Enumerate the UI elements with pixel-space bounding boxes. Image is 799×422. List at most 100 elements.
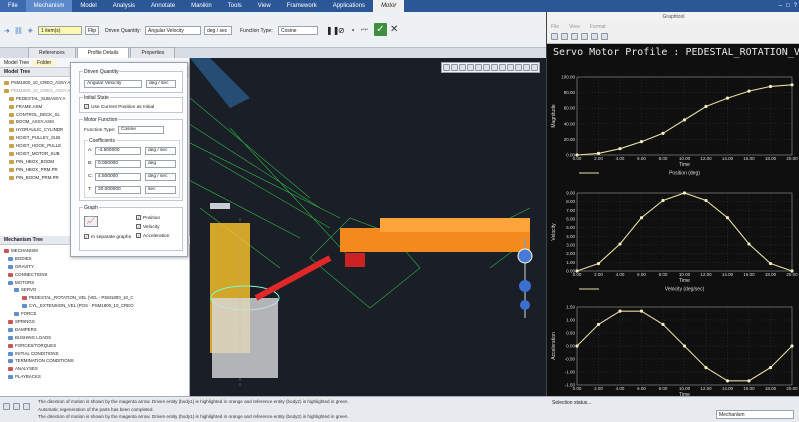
spin-center-icon[interactable] bbox=[523, 64, 530, 71]
mechanism-tree-item[interactable]: PLAYBACKS bbox=[4, 373, 186, 381]
use-current-checkbox[interactable]: ✓ bbox=[84, 104, 89, 109]
print-icon[interactable] bbox=[551, 33, 558, 40]
mechanism-tree-item[interactable]: MOTORS bbox=[4, 279, 186, 287]
driven-entity-collector[interactable]: 1 item(s) bbox=[38, 26, 82, 35]
menu-file[interactable]: File bbox=[551, 24, 559, 30]
close-icon[interactable]: ✕ bbox=[390, 24, 398, 35]
stop-icon[interactable]: ⊘ bbox=[338, 26, 345, 35]
help-icon[interactable]: ? bbox=[794, 3, 797, 9]
tab-framework[interactable]: Framework bbox=[279, 0, 325, 12]
grid-icon[interactable] bbox=[3, 403, 10, 410]
repaint-icon[interactable] bbox=[467, 64, 474, 71]
separate-checkbox[interactable]: ✓ bbox=[84, 234, 89, 239]
group-title: Graph bbox=[83, 205, 99, 211]
graphtool-title: Graphtool bbox=[547, 12, 799, 22]
tab-profile-details[interactable]: Profile Details bbox=[76, 47, 130, 58]
folder-tab[interactable]: Folder bbox=[33, 59, 56, 66]
zoom-in-icon[interactable] bbox=[451, 64, 458, 71]
saved-views-icon[interactable] bbox=[483, 64, 490, 71]
function-type-field[interactable]: Cosine bbox=[118, 126, 164, 134]
mechanism-icon bbox=[8, 343, 13, 348]
view-manager-icon[interactable] bbox=[491, 64, 498, 71]
acceleration-checkbox[interactable]: ✓ bbox=[136, 233, 141, 239]
preview-icon[interactable]: ◔ bbox=[350, 26, 355, 35]
mechanism-tree-item[interactable]: INITIAL CONDITIONS bbox=[4, 350, 186, 358]
tab-file[interactable]: File bbox=[0, 0, 26, 12]
export-icon[interactable] bbox=[591, 33, 598, 40]
coefficient-value-field[interactable]: 20.000000 bbox=[95, 186, 141, 194]
mechanism-tree-item[interactable]: CYL_EXTENSION_VEL (POS - PSM1800_10_CREO bbox=[4, 302, 186, 310]
driven-quantity-field[interactable]: Angular Velocity bbox=[84, 80, 142, 88]
mechanism-tree-item[interactable]: PEDESTAL_ROTATION_VEL (VEL - PSM1800_10_… bbox=[4, 294, 186, 302]
arrow-icon[interactable]: ➜ bbox=[4, 27, 10, 35]
velocity-checkbox[interactable]: ✓ bbox=[136, 224, 141, 230]
y-axis-label: Magnitude bbox=[551, 104, 557, 128]
mechanism-tree-item[interactable]: GRAVITY bbox=[4, 263, 186, 271]
coefficient-unit-field[interactable]: sec bbox=[145, 186, 176, 194]
zoom-out-icon[interactable] bbox=[459, 64, 466, 71]
menu-format[interactable]: Format bbox=[590, 24, 606, 30]
coefficient-unit-field[interactable]: deg / sec bbox=[145, 173, 176, 181]
annotation-icon[interactable] bbox=[515, 64, 522, 71]
select-icon[interactable]: ◈ bbox=[28, 27, 33, 34]
datum-display-icon[interactable] bbox=[507, 64, 514, 71]
maximize-icon[interactable]: □ bbox=[786, 3, 790, 9]
tab-model[interactable]: Model bbox=[72, 0, 104, 12]
glasses-icon[interactable]: ⌐⌐ bbox=[361, 27, 368, 33]
unit-field[interactable]: deg / sec bbox=[146, 80, 176, 88]
coefficient-value-field[interactable]: 0.000000 bbox=[95, 160, 141, 168]
mode-filter-select[interactable]: Mechanism bbox=[716, 410, 794, 419]
driven-quantity-label: Driven Quantity: bbox=[105, 28, 141, 34]
cut-icon[interactable] bbox=[571, 33, 578, 40]
tab-annotate[interactable]: Annotate bbox=[143, 0, 183, 12]
tab-properties[interactable]: Properties bbox=[130, 47, 176, 58]
pedestal-column bbox=[212, 298, 278, 378]
mechanism-tree-item[interactable]: DAMPERS bbox=[4, 326, 186, 334]
mechanism-tree-item[interactable]: TERMINATION CONDITIONS bbox=[4, 357, 186, 365]
driven-quantity-select[interactable]: Angular Velocity bbox=[145, 26, 201, 35]
zoom-graph-icon[interactable] bbox=[601, 33, 608, 40]
graphics-window[interactable] bbox=[190, 58, 546, 396]
pause-animation-icon[interactable] bbox=[531, 64, 538, 71]
tab-references[interactable]: References bbox=[28, 47, 76, 58]
tab-applications[interactable]: Applications bbox=[325, 0, 373, 12]
link-icon[interactable]: ⛓ bbox=[14, 27, 23, 35]
coefficient-unit-field[interactable]: deg / sec bbox=[145, 147, 176, 155]
x-tick-label: 10.00 bbox=[679, 156, 691, 161]
data-point bbox=[790, 344, 794, 348]
mechanism-tree-item[interactable]: SPRINGS bbox=[4, 318, 186, 326]
x-tick-label: 16.00 bbox=[743, 386, 755, 391]
perspective-icon[interactable] bbox=[499, 64, 506, 71]
data-point bbox=[661, 131, 665, 135]
mechanism-tree-item[interactable]: FORCE bbox=[4, 310, 186, 318]
check-icon[interactable]: ✓ bbox=[374, 23, 387, 36]
save-icon[interactable] bbox=[561, 33, 568, 40]
function-type-select[interactable]: Cosine bbox=[278, 26, 318, 35]
position-checkbox[interactable]: ✓ bbox=[136, 215, 141, 221]
message-icon[interactable] bbox=[23, 403, 30, 410]
coefficient-value-field[interactable]: -4.500000 bbox=[95, 147, 141, 155]
menu-view[interactable]: View bbox=[569, 24, 580, 30]
tab-view[interactable]: View bbox=[250, 0, 279, 12]
tab-motor[interactable]: Motor bbox=[373, 0, 405, 12]
layout-icon[interactable] bbox=[13, 403, 20, 410]
tab-mechanism[interactable]: Mechanism bbox=[25, 0, 73, 12]
refit-icon[interactable] bbox=[443, 64, 450, 71]
coefficient-value-field[interactable]: 4.500000 bbox=[95, 173, 141, 181]
mechanism-tree-item[interactable]: FORCES/TORQUES bbox=[4, 342, 186, 350]
flip-button[interactable]: Flip bbox=[85, 26, 99, 35]
minimize-icon[interactable]: – bbox=[779, 3, 782, 9]
copy-icon[interactable] bbox=[581, 33, 588, 40]
coefficient-unit-field[interactable]: deg bbox=[145, 160, 176, 168]
display-style-icon[interactable] bbox=[475, 64, 482, 71]
mechanism-tree-item[interactable]: BUSHING LOADS bbox=[4, 334, 186, 342]
mechanism-tree-item[interactable]: ANALYSES bbox=[4, 365, 186, 373]
tab-analysis[interactable]: Analysis bbox=[105, 0, 143, 12]
graph-icon[interactable]: 📈 bbox=[84, 216, 98, 227]
mechanism-tree-item[interactable]: SERVO bbox=[4, 286, 186, 294]
tab-manikin[interactable]: Manikin bbox=[183, 0, 220, 12]
mechanism-tree-item[interactable]: CONNECTIONS bbox=[4, 271, 186, 279]
tab-tools[interactable]: Tools bbox=[220, 0, 250, 12]
unit-select[interactable]: deg / sec bbox=[204, 26, 232, 35]
model-tree-tab[interactable]: Model Tree bbox=[0, 60, 33, 66]
